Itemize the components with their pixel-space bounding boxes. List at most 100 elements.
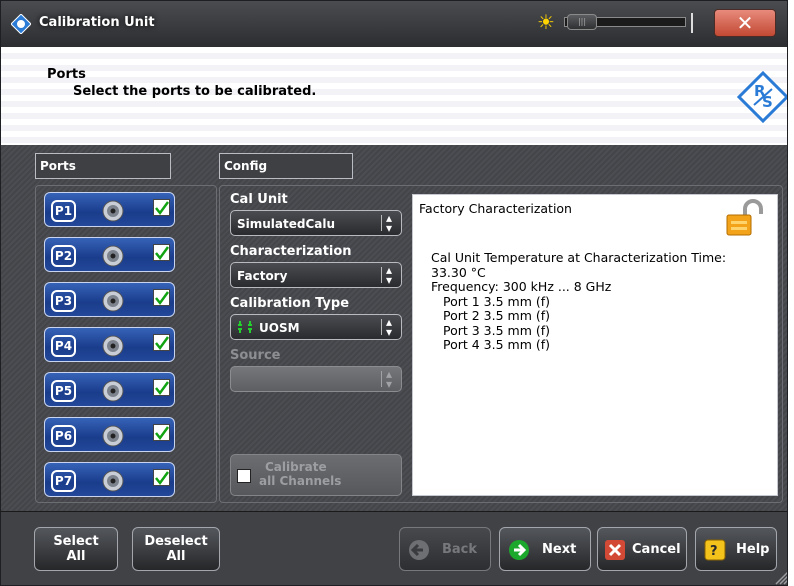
info-line: Cal Unit Temperature at Characterization… xyxy=(431,250,727,265)
deselect-all-button[interactable]: Deselect All xyxy=(132,527,220,571)
help-icon: ? xyxy=(704,539,726,561)
slider-end-marker xyxy=(691,13,693,33)
config-panel: Cal Unit SimulatedCalu ▴ ▾ Characterizati… xyxy=(219,185,783,503)
slider-thumb[interactable]: ||| xyxy=(567,14,597,30)
port-checkbox[interactable] xyxy=(153,199,170,216)
port-button-p2[interactable]: P2 xyxy=(44,237,175,272)
connector-icon xyxy=(102,470,124,492)
spin-arrows-icon: ▴ ▾ xyxy=(386,211,393,235)
title-bar[interactable]: Calibration Unit ☀ ||| ✕ xyxy=(1,1,787,47)
dialog-body: Ports Config P1 P2 P3 P4 P5 P6 P7 Cal Un… xyxy=(1,145,787,511)
connector-icon xyxy=(102,380,124,402)
port-label: P4 xyxy=(51,335,76,357)
info-port-line: Port 2 3.5 mm (f) xyxy=(443,308,551,323)
calibrate-all-line1: Calibrate xyxy=(265,460,327,474)
rs-logo: R S xyxy=(737,71,787,123)
port-checkbox[interactable] xyxy=(153,244,170,261)
source-select[interactable]: ▴ ▾ xyxy=(230,366,402,392)
combo-separator xyxy=(381,319,382,335)
cal-unit-value: SimulatedCalu xyxy=(237,217,336,231)
resize-grip-icon[interactable] xyxy=(771,567,788,585)
spin-arrows-icon: ▴ ▾ xyxy=(386,263,393,287)
port-checkbox[interactable] xyxy=(153,424,170,441)
window-title: Calibration Unit xyxy=(39,15,155,30)
port-label: P3 xyxy=(51,290,76,312)
characterization-info-box: Factory Characterization Cal Unit Temper… xyxy=(412,194,778,496)
select-all-line1: Select xyxy=(53,534,99,549)
port-button-p6[interactable]: P6 xyxy=(44,417,175,452)
cancel-button[interactable]: Cancel xyxy=(597,527,687,571)
info-line: 33.30 °C xyxy=(431,264,486,280)
calibration-unit-dialog: Calibration Unit ☀ ||| ✕ Ports Select th… xyxy=(0,0,788,586)
combo-separator xyxy=(381,215,382,231)
checkbox-box[interactable] xyxy=(237,469,251,483)
dialog-footer: Select All Deselect All Back Next Cancel… xyxy=(1,511,787,585)
info-text: Cal Unit Temperature at Characterization… xyxy=(431,250,727,353)
info-title: Factory Characterization xyxy=(419,201,572,216)
source-label: Source xyxy=(230,348,281,363)
next-button[interactable]: Next xyxy=(499,527,591,571)
spin-arrows-icon: ▴ ▾ xyxy=(386,367,393,391)
cal-unit-label: Cal Unit xyxy=(230,192,288,207)
ports-group-header: Ports xyxy=(35,153,171,179)
next-arrow-icon xyxy=(509,540,529,560)
port-button-p4[interactable]: P4 xyxy=(44,327,175,362)
port-button-p3[interactable]: P3 xyxy=(44,282,175,317)
port-label: P1 xyxy=(51,200,76,222)
svg-text:?: ? xyxy=(710,544,718,559)
cancel-x-icon xyxy=(605,540,625,560)
back-label: Back xyxy=(442,542,478,557)
port-button-p7[interactable]: P7 xyxy=(44,462,175,497)
unlocked-lock-icon xyxy=(726,199,763,236)
calibrate-all-channels-checkbox[interactable]: Calibrate all Channels xyxy=(230,454,402,496)
help-button[interactable]: ? Help xyxy=(695,527,777,571)
port-label: P2 xyxy=(51,245,76,267)
calibration-type-select[interactable]: UOSM ▴ ▾ xyxy=(230,314,402,340)
port-label: P6 xyxy=(51,425,76,447)
port-button-p5[interactable]: P5 xyxy=(44,372,175,407)
connector-icon xyxy=(102,335,124,357)
calibrate-all-line2: all Channels xyxy=(259,474,342,488)
port-checkbox[interactable] xyxy=(153,469,170,486)
port-checkbox[interactable] xyxy=(153,379,170,396)
ports-panel: P1 P2 P3 P4 P5 P6 P7 xyxy=(35,185,217,503)
spin-arrows-icon: ▴ ▾ xyxy=(386,315,393,339)
combo-separator xyxy=(381,267,382,283)
connector-icon xyxy=(102,200,124,222)
page-subtitle: Select the ports to be calibrated. xyxy=(73,84,317,99)
rs-app-icon xyxy=(11,14,31,34)
combo-separator xyxy=(381,371,382,387)
calibration-type-label: Calibration Type xyxy=(230,296,350,311)
config-group-header: Config xyxy=(219,153,353,179)
uosm-icon xyxy=(238,321,252,333)
info-port-line: Port 3 3.5 mm (f) xyxy=(443,322,551,338)
select-all-button[interactable]: Select All xyxy=(34,527,118,571)
info-port-line: Port 1 3.5 mm (f) xyxy=(443,293,551,309)
connector-icon xyxy=(102,425,124,447)
back-button[interactable]: Back xyxy=(399,527,491,571)
close-button[interactable]: ✕ xyxy=(714,9,776,37)
back-arrow-icon xyxy=(409,540,429,560)
brightness-icon: ☀ xyxy=(537,10,555,34)
port-button-p1[interactable]: P1 xyxy=(44,192,175,227)
cancel-label: Cancel xyxy=(632,542,681,557)
connector-icon xyxy=(102,245,124,267)
calibration-type-value: UOSM xyxy=(259,321,300,335)
info-port-line: Port 4 3.5 mm (f) xyxy=(443,337,551,352)
port-label: P7 xyxy=(51,470,76,492)
characterization-select[interactable]: Factory ▴ ▾ xyxy=(230,262,402,288)
connector-icon xyxy=(102,290,124,312)
port-checkbox[interactable] xyxy=(153,289,170,306)
next-label: Next xyxy=(542,542,577,557)
deselect-all-line1: Deselect xyxy=(144,534,208,549)
calibrate-all-label: Calibrate all Channels xyxy=(259,460,341,488)
port-checkbox[interactable] xyxy=(153,334,170,351)
deselect-all-line2: All xyxy=(166,549,186,564)
page-title: Ports xyxy=(47,67,86,82)
brightness-slider[interactable]: ||| xyxy=(564,14,686,30)
info-line: Frequency: 300 kHz ... 8 GHz xyxy=(431,279,612,294)
select-all-line2: All xyxy=(66,549,86,564)
help-label: Help xyxy=(736,542,770,557)
cal-unit-select[interactable]: SimulatedCalu ▴ ▾ xyxy=(230,210,402,236)
dialog-header: Ports Select the ports to be calibrated.… xyxy=(1,47,787,145)
